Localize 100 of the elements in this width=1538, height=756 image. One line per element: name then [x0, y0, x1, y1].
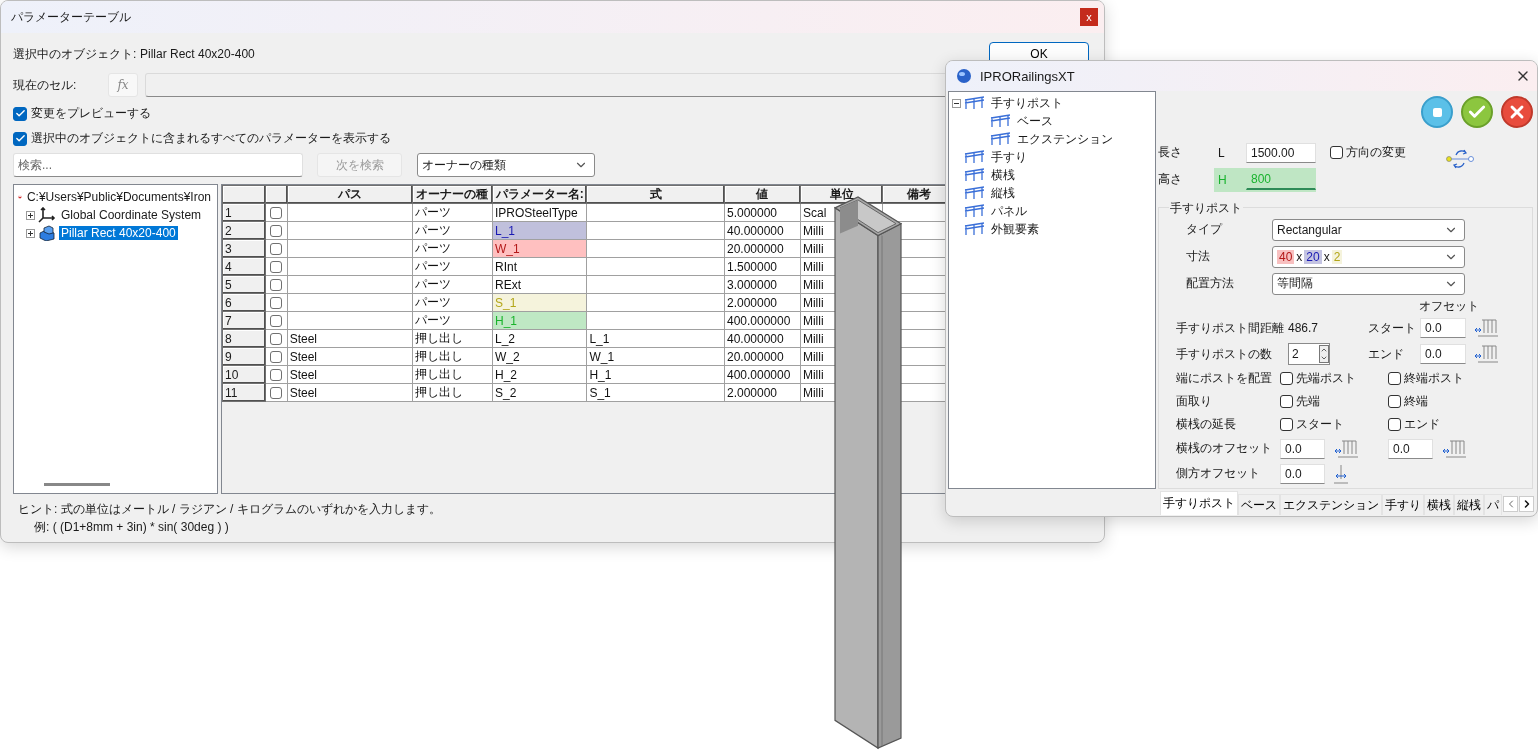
search-field[interactable]: 検索... [13, 153, 303, 177]
spacing-value: 486.7 [1288, 321, 1320, 335]
dropdown[interactable]: 等間隔 [1272, 272, 1465, 295]
input-field[interactable]: 0.0 [1280, 463, 1325, 484]
checkbox[interactable] [1388, 418, 1401, 431]
owner-dropdown[interactable]: オーナーの種類 [417, 153, 595, 177]
tree-item[interactable]: パネル [989, 202, 1029, 220]
checkbox[interactable] [270, 206, 283, 219]
tree-item[interactable]: ベース [1015, 112, 1055, 130]
offset-icon [1334, 438, 1358, 459]
input-field[interactable]: 0.0 [1420, 344, 1466, 364]
close-button[interactable]: x [1080, 8, 1098, 26]
field-label: 面取り [1176, 393, 1213, 410]
field-label: エンド [1368, 345, 1405, 363]
dropdown[interactable]: Rectangular [1272, 218, 1465, 241]
tab[interactable]: 横桟 [1424, 494, 1454, 515]
checkbox[interactable] [1330, 146, 1343, 159]
field-letter: H [1217, 172, 1228, 187]
field-label: 横桟の延長 [1176, 416, 1237, 433]
checkbox[interactable] [13, 106, 27, 121]
checkbox[interactable] [270, 260, 283, 273]
railing-icon [990, 114, 1012, 128]
tab[interactable]: エクステンション [1280, 494, 1382, 515]
hint-text: ヒント: 式の単位はメートル / ラジアン / キログラムのいずれかを入力します。 [18, 501, 442, 518]
checkbox[interactable] [1388, 395, 1401, 408]
field-label: 手すりポストの数 [1176, 345, 1273, 363]
tree-item[interactable]: 手すり [989, 148, 1029, 166]
cancel-button[interactable] [1501, 96, 1533, 128]
column-header[interactable]: オーナーの種 [412, 185, 493, 204]
tree-item[interactable]: 手すりポスト [989, 94, 1065, 112]
input-field[interactable]: 0.0 [1388, 438, 1433, 459]
tree-item[interactable]: 縦桟 [989, 184, 1017, 202]
offset-icon [1474, 344, 1498, 364]
field-label: 寸法 [1186, 248, 1211, 265]
checkbox-label: 方向の変更 [1346, 144, 1406, 161]
dropdown[interactable]: 40 x 20 x 2 [1272, 245, 1465, 268]
checkbox[interactable] [1280, 395, 1293, 408]
tree-item[interactable]: エクステンション [1015, 130, 1115, 148]
checkbox-label: スタート [1296, 416, 1344, 433]
tree-item[interactable]: Global Coordinate System [59, 208, 204, 222]
checkbox[interactable] [270, 296, 283, 309]
number-spinner[interactable]: 2 [1288, 343, 1330, 365]
column-header[interactable]: 式 [586, 185, 725, 204]
hint-text: 例: ( (D1+8mm + 3in) * sin( 30deg ) ) [33, 519, 230, 536]
checkbox-label: 終端ポスト [1404, 370, 1464, 387]
block-icon [38, 225, 56, 241]
checkbox[interactable] [270, 224, 283, 237]
dimension-value: 20 [1304, 249, 1322, 264]
tab[interactable]: 縦桟 [1454, 494, 1484, 515]
expander-icon[interactable] [952, 98, 961, 108]
checkbox[interactable] [1280, 418, 1293, 431]
tree-item[interactable]: 外観要素 [989, 220, 1041, 238]
column-header[interactable]: パス [287, 185, 413, 204]
tab[interactable]: 手すりポスト [1160, 491, 1238, 515]
tree-item[interactable]: C:¥Users¥Public¥Documents¥Iron [24, 190, 213, 204]
field-label: 高さ [1158, 171, 1183, 188]
checkbox[interactable] [270, 350, 283, 363]
column-header[interactable]: 単位 [800, 185, 883, 204]
field-label: 長さ [1158, 144, 1183, 161]
check-icon [14, 108, 26, 119]
input-field[interactable]: 1500.00 [1246, 142, 1316, 163]
object-name: Pillar Rect 40x20-400 [140, 47, 256, 61]
field-letter: L [1217, 145, 1226, 160]
checkbox[interactable] [270, 242, 283, 255]
field-label: 配置方法 [1186, 275, 1235, 292]
checkbox[interactable] [270, 368, 283, 381]
group-title: 手すりポスト [1169, 200, 1243, 217]
tab[interactable]: 手すり [1382, 494, 1424, 515]
input-field[interactable]: 0.0 [1420, 318, 1466, 338]
checkbox[interactable] [270, 314, 283, 327]
tab[interactable]: パ [1484, 494, 1502, 515]
axes-icon [38, 207, 56, 223]
scroll-right-button[interactable] [1519, 496, 1534, 512]
checkbox[interactable] [1280, 372, 1293, 385]
scrollbar-thumb[interactable] [44, 483, 110, 486]
checkbox-label: 先端 [1296, 393, 1320, 410]
spin-arrows-icon[interactable] [1319, 345, 1329, 363]
dimension-value: 40 [1277, 249, 1295, 264]
railing-icon [964, 204, 986, 218]
tree-item[interactable]: Pillar Rect 40x20-400 [59, 226, 178, 240]
railing-icon [990, 132, 1012, 146]
column-header[interactable]: 値 [724, 185, 801, 204]
tree-item[interactable]: 横桟 [989, 166, 1017, 184]
checkbox[interactable] [13, 131, 27, 146]
checkbox[interactable] [270, 386, 283, 399]
expander-icon[interactable] [26, 210, 35, 220]
expander-icon[interactable] [26, 228, 35, 238]
input-field[interactable]: 0.0 [1280, 438, 1325, 459]
dimension-value: 2 [1331, 249, 1343, 264]
offset-icon [1442, 438, 1466, 459]
railing-icon [964, 96, 986, 110]
checkbox[interactable] [270, 278, 283, 291]
checkbox-label: 先端ポスト [1296, 370, 1356, 387]
tab[interactable]: ベース [1238, 494, 1280, 515]
confirm-button[interactable] [1461, 96, 1493, 128]
stop-button[interactable] [1421, 96, 1453, 128]
checkbox[interactable] [1388, 372, 1401, 385]
checkbox-label: 選択中のオブジェクトに含まれるすべてのパラメーターを表示する [31, 130, 391, 147]
column-header[interactable]: パラメーター名: [492, 185, 587, 204]
checkbox[interactable] [270, 332, 283, 345]
